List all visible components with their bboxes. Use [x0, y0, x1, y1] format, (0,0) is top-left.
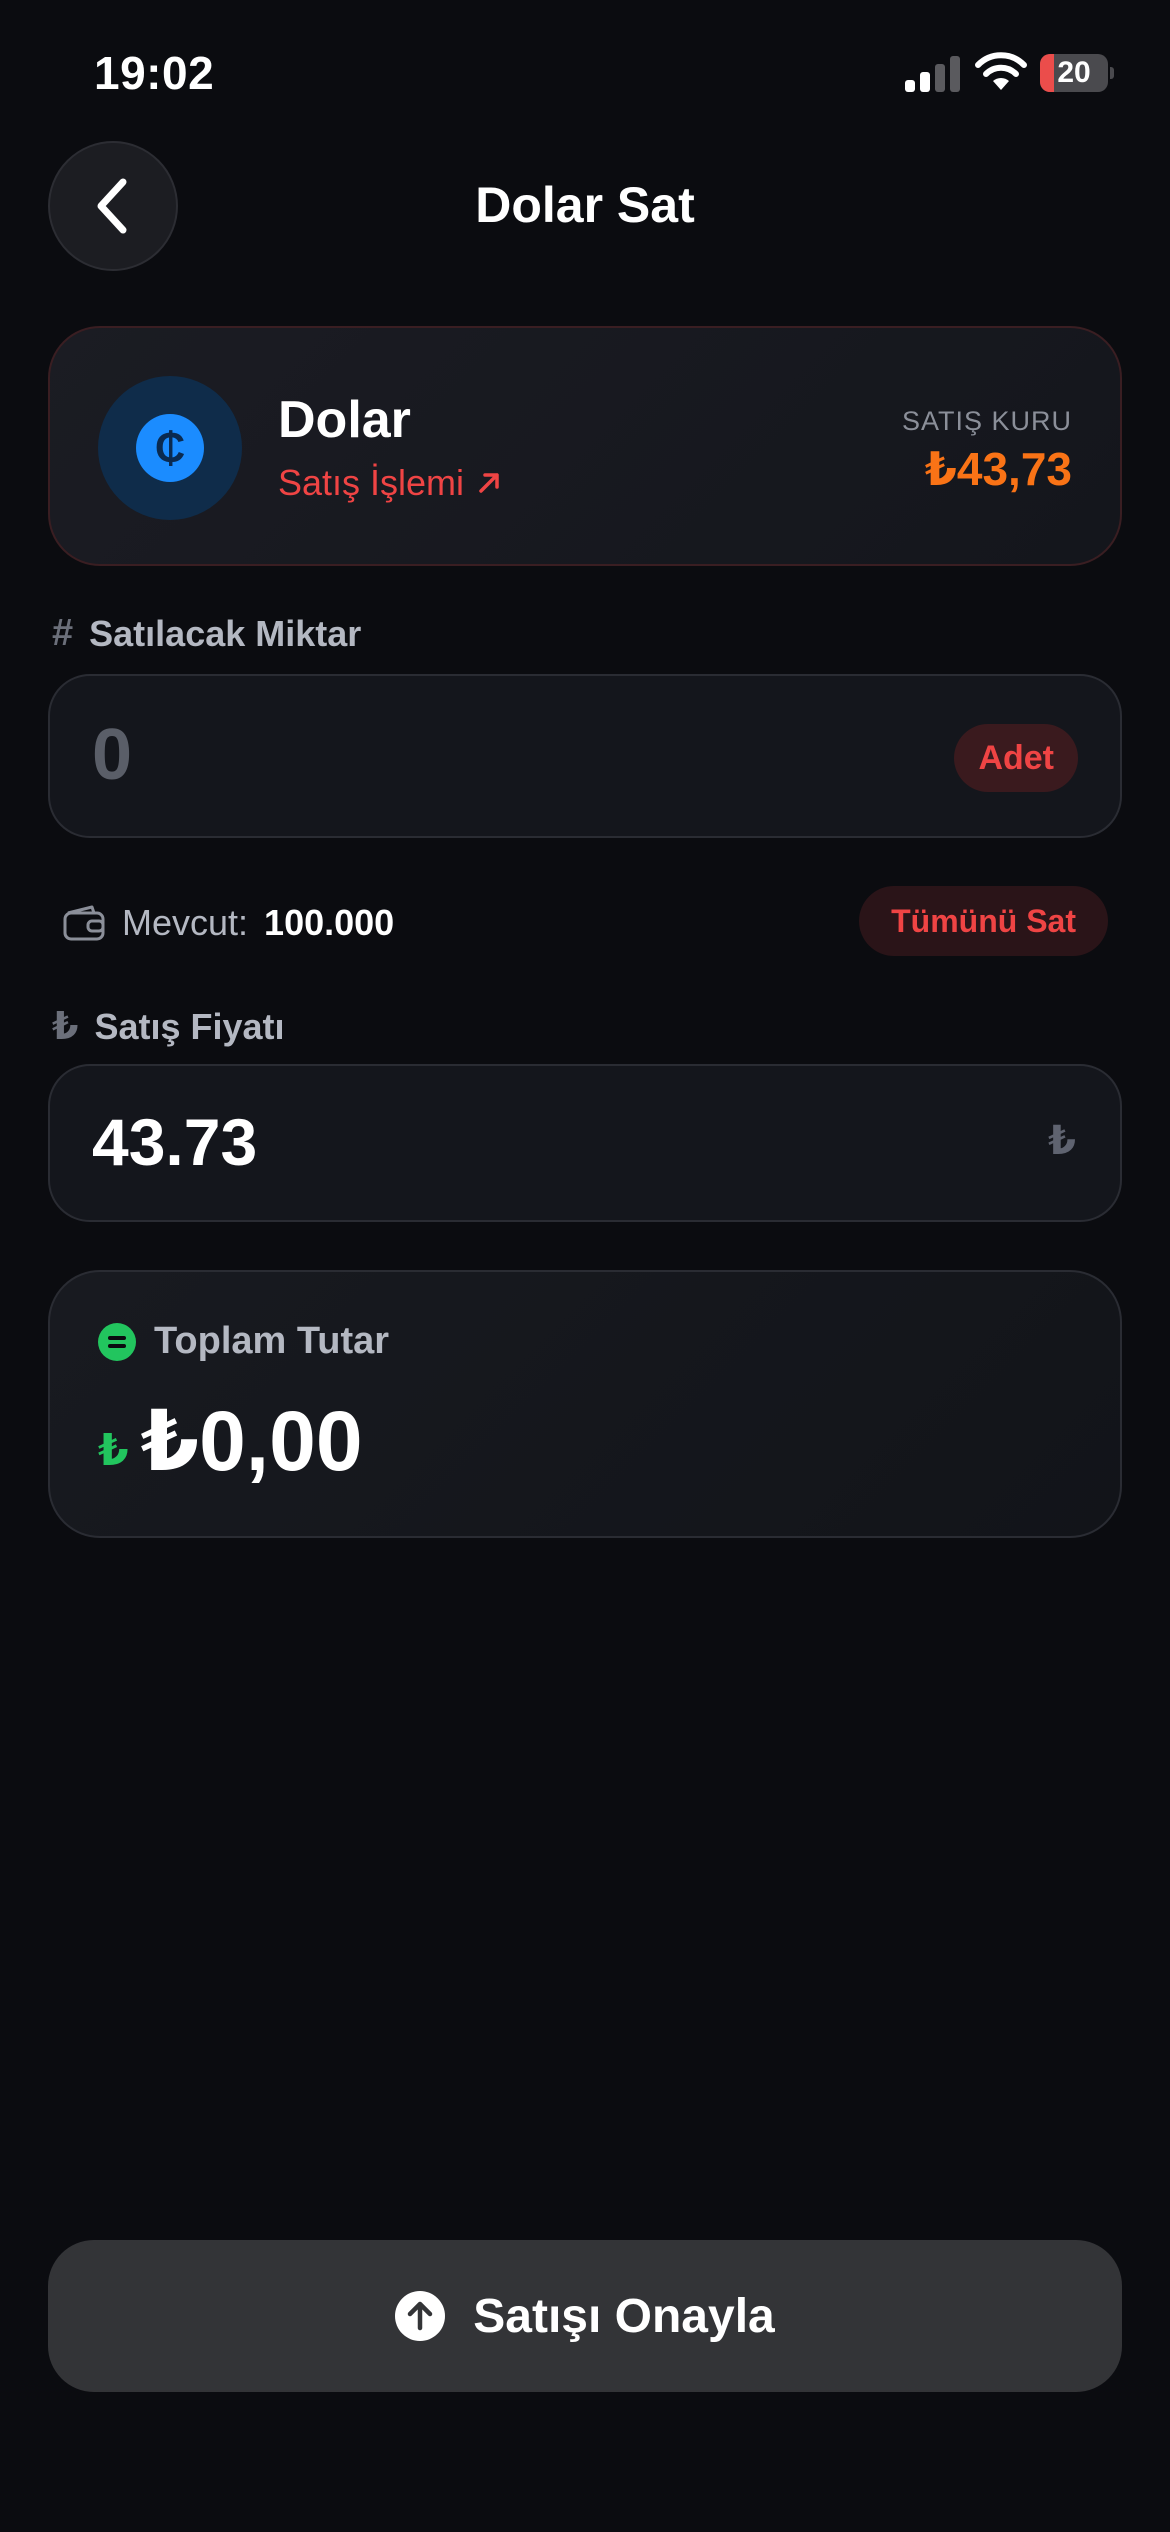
battery-level: 20 [1057, 56, 1091, 89]
coin-icon: ₵ [136, 414, 204, 482]
hash-icon: # [52, 612, 74, 654]
equals-icon [98, 1322, 136, 1361]
confirm-sale-button[interactable]: Satışı Onayla [48, 2240, 1122, 2392]
total-label-row: Toplam Tutar [98, 1320, 389, 1363]
price-suffix: ₺ [1048, 1119, 1076, 1163]
battery-body: 20 [1040, 54, 1108, 92]
page-title: Dolar Sat [475, 177, 695, 233]
available-label: Mevcut: [122, 902, 249, 943]
total-card: Toplam Tutar ₺ ₺0,00 [48, 1270, 1122, 1538]
unit-badge: Adet [954, 724, 1078, 792]
asset-card: ₵ Dolar Satış İşlemi SATIŞ KURU ₺43,73 [48, 326, 1122, 566]
total-currency-icon: ₺ [98, 1426, 129, 1475]
asset-name: Dolar [278, 391, 411, 449]
price-value: 43.73 [92, 1105, 258, 1179]
price-label: ₺ Satış Fiyatı [52, 1004, 285, 1049]
arrow-up-right-icon [479, 473, 499, 493]
lira-icon: ₺ [52, 1006, 79, 1048]
rate-label: SATIŞ KURU [901, 406, 1072, 436]
quantity-value: 0 [92, 715, 133, 795]
battery-cap [1110, 67, 1114, 79]
confirm-sale-label: Satışı Onayla [473, 2289, 775, 2343]
sell-all-button[interactable]: Tümünü Sat [859, 886, 1108, 956]
asset-avatar: ₵ [98, 376, 242, 520]
status-time: 19:02 [94, 47, 215, 99]
price-input[interactable]: 43.73 ₺ [48, 1064, 1122, 1222]
sell-dollar-screen: 19:02 20 Dolar Sat ₵ Dolar Satış İşlemi … [0, 0, 1170, 2532]
asset-subtitle: Satış İşlemi [278, 462, 502, 504]
total-value: ₺0,00 [140, 1394, 363, 1488]
quantity-label-text: Satılacak Miktar [89, 612, 362, 654]
price-label-text: Satış Fiyatı [94, 1005, 285, 1047]
signal-icon [905, 56, 960, 92]
available-balance: Mevcut: 100.000 [62, 888, 394, 958]
wallet-icon [63, 905, 105, 941]
total-label: Toplam Tutar [154, 1320, 390, 1362]
rate-value: ₺43,73 [924, 443, 1072, 495]
status-bar: 19:02 20 [0, 0, 1170, 140]
quantity-label: # Satılacak Miktar [52, 612, 361, 655]
arrow-up-circle-icon [395, 2291, 446, 2341]
available-value: 100.000 [264, 902, 395, 943]
quantity-input[interactable]: 0 Adet [48, 674, 1122, 838]
total-amount-row: ₺ ₺0,00 [98, 1392, 363, 1490]
battery-icon: 20 [1040, 54, 1114, 92]
asset-subtitle-text: Satış İşlemi [278, 462, 465, 503]
wifi-icon [975, 52, 1027, 90]
